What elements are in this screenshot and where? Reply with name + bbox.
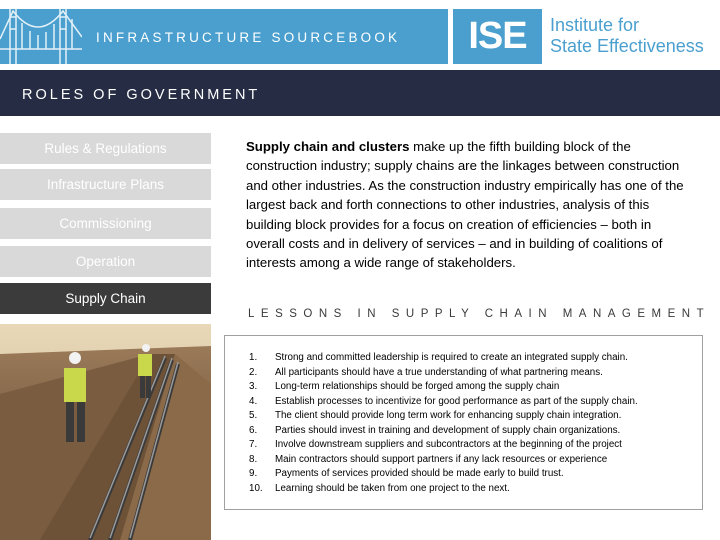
intro-paragraph: Supply chain and clusters make up the fi… (246, 137, 684, 273)
lessons-list: 1. Strong and committed leadership is req… (249, 351, 638, 496)
institute-name: Institute for State Effectiveness (550, 15, 704, 57)
list-item: 6. Parties should invest in training and … (249, 424, 621, 436)
list-item: 3. Long-term relationships should be forg… (249, 381, 560, 392)
list-item: 9. Payments of services provided should b… (249, 468, 564, 479)
intro-text: make up the fifth building block of the … (246, 139, 684, 271)
sourcebook-title: INFRASTRUCTURE SOURCEBOOK (96, 30, 401, 45)
nav-item-rules-regulations[interactable]: Rules & Regulations (0, 133, 211, 164)
nav-item-supply-chain[interactable]: Supply Chain (0, 283, 211, 314)
list-item: 7. Involve downstream suppliers and subco… (249, 439, 622, 450)
lessons-box: 1. Strong and committed leadership is req… (224, 335, 703, 510)
list-item: 2. All participants should have a true un… (249, 366, 603, 378)
list-item: 8. Main contractors should support partne… (249, 453, 608, 465)
section-header: ROLES OF GOVERNMENT (0, 70, 720, 116)
list-item: 1. Strong and committed leadership is req… (249, 352, 628, 363)
institute-line-2: State Effectiveness (550, 36, 704, 56)
intro-bold: Supply chain and clusters (246, 139, 410, 154)
nav-item-infrastructure-plans[interactable]: Infrastructure Plans (0, 169, 211, 200)
logo-text: ISE (468, 15, 527, 57)
pipeline-photo (0, 324, 211, 540)
lessons-heading: LESSONS IN SUPPLY CHAIN MANAGEMENT (248, 308, 711, 320)
nav-item-commissioning[interactable]: Commissioning (0, 208, 211, 239)
ise-logo[interactable]: ISE (453, 9, 542, 64)
list-item: 5. The client should provide long term wo… (249, 410, 622, 421)
nav-item-operation[interactable]: Operation (0, 246, 211, 277)
list-item: 4. Establish processes to incentivize for… (249, 395, 638, 407)
section-title: ROLES OF GOVERNMENT (22, 87, 261, 103)
institute-line-1: Institute for (550, 15, 640, 35)
list-item: 10. Learning should be taken from one pro… (249, 482, 510, 494)
top-banner: INFRASTRUCTURE SOURCEBOOK ISE Institute … (0, 0, 720, 68)
bridge-icon (0, 9, 82, 64)
